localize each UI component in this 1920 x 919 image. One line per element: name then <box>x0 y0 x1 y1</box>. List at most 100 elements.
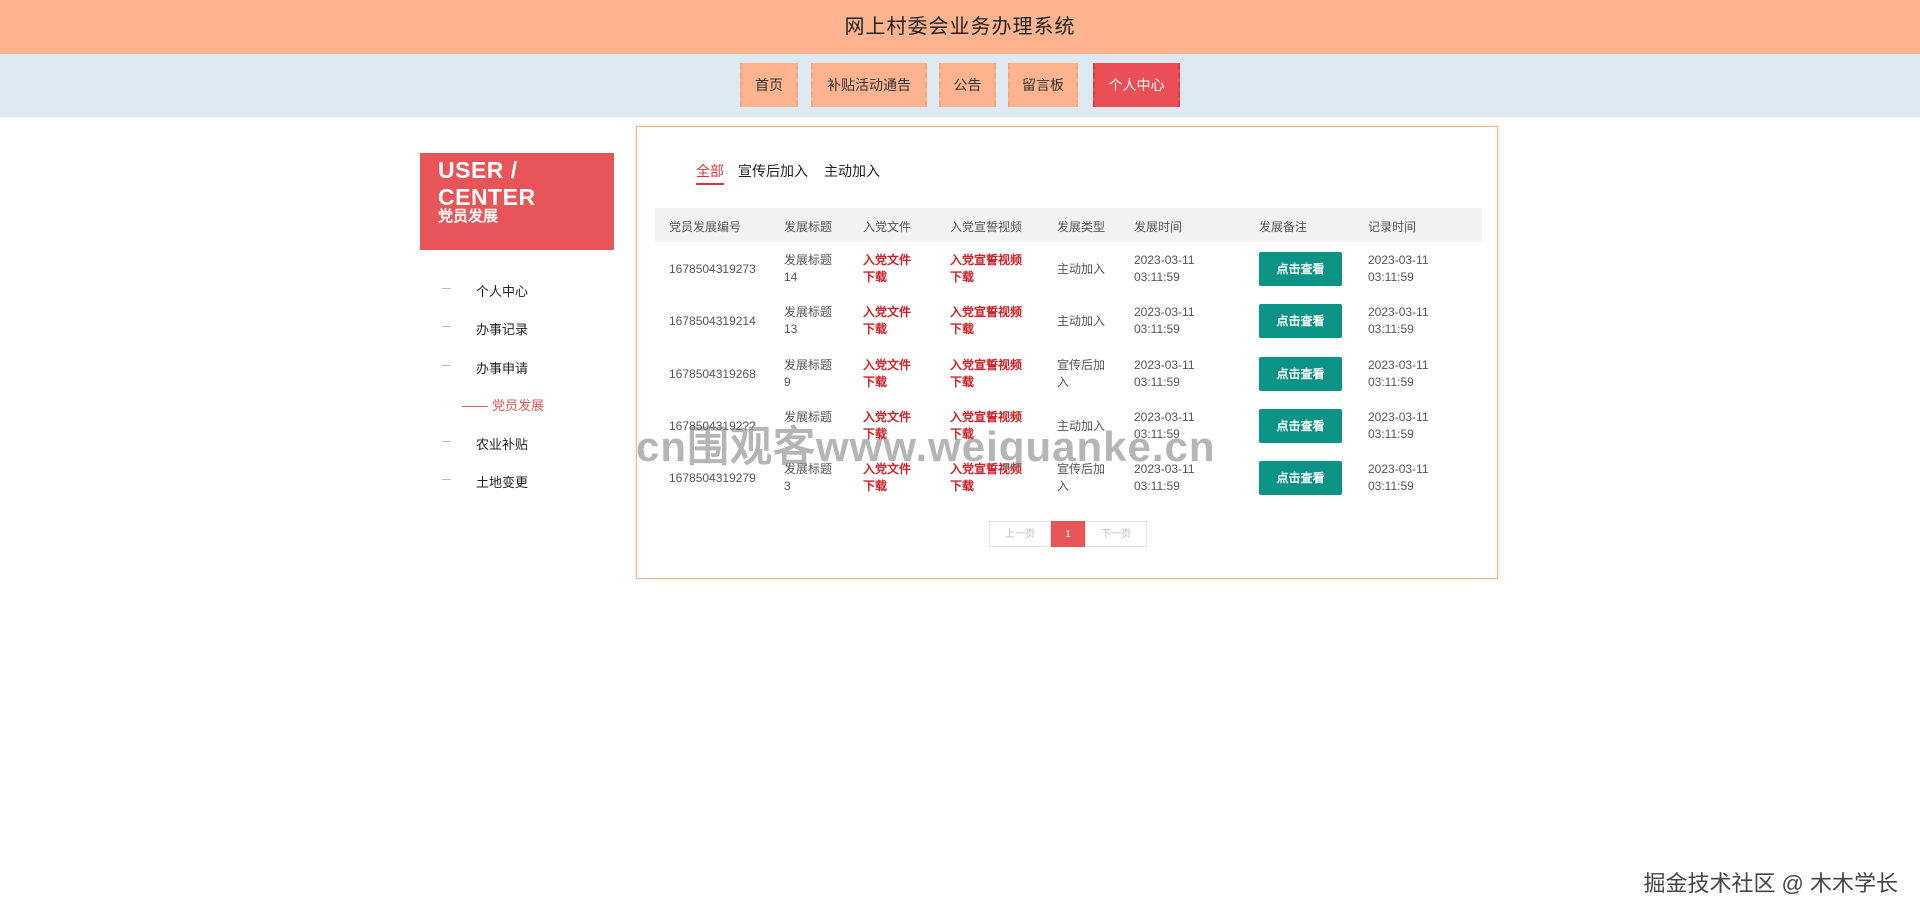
cell-line: 入党文件 <box>863 358 912 372</box>
page-button[interactable]: 1 <box>1051 521 1085 547</box>
view-details-button[interactable]: 点击查看 <box>1259 461 1342 495</box>
dev-time-cell: 2023-03-11 03:11:59 <box>1134 357 1195 391</box>
cell-line: 下载 <box>863 375 888 389</box>
dash-icon <box>442 365 451 366</box>
cell-line: 03:11:59 <box>1134 479 1180 493</box>
sidebar-item-land-change[interactable]: 土地变更 <box>420 470 614 490</box>
view-details-button[interactable]: 点击查看 <box>1259 252 1342 286</box>
main-nav: 首页 补贴活动通告 公告 留言板 个人中心 <box>0 54 1920 117</box>
record-time-cell: 2023-03-11 03:11:59 <box>1368 357 1429 391</box>
dev-type-cell: 主动加入 <box>1057 261 1105 278</box>
filter-active-join[interactable]: 主动加入 <box>824 161 880 181</box>
filter-all[interactable]: 全部 <box>696 161 724 185</box>
cell-line: 3 <box>784 479 791 493</box>
sidebar-item-records[interactable]: 办事记录 <box>420 317 614 337</box>
table-header: 党员发展编号 发展标题 入党文件 入党宣誓视频 发展类型 发展时间 发展备注 记… <box>655 208 1482 242</box>
dash-icon <box>442 326 451 327</box>
content-panel: 全部 宣传后加入 主动加入 党员发展编号 发展标题 入党文件 入党宣誓视频 发展… <box>636 126 1498 579</box>
column-header: 发展标题 <box>784 220 833 234</box>
cell-line: 2023-03-11 <box>1134 305 1195 319</box>
cell-line: 9 <box>784 375 791 389</box>
nav-message-board[interactable]: 留言板 <box>1008 63 1078 107</box>
sidebar-item-label: 个人中心 <box>476 284 529 299</box>
cell-line: 2023-03-11 <box>1134 358 1195 372</box>
cell-line: 入党宣誓视频 <box>950 253 1023 267</box>
view-details-button[interactable]: 点击查看 <box>1259 357 1342 391</box>
sidebar-item-label: 土地变更 <box>476 475 529 490</box>
cell-line: 2023-03-11 <box>1368 410 1429 424</box>
cell-line: 03:11:59 <box>1134 375 1180 389</box>
dev-id-cell: 1678504319214 <box>669 314 756 328</box>
record-time-cell: 2023-03-11 03:11:59 <box>1368 409 1429 443</box>
cell-line: 入党宣誓视频 <box>950 358 1023 372</box>
cell-line: 下载 <box>950 270 975 284</box>
record-time-cell: 2023-03-11 03:11:59 <box>1368 252 1429 286</box>
column-header: 发展时间 <box>1134 220 1183 234</box>
user-center-title: USER / CENTER <box>438 157 536 210</box>
dev-time-cell: 2023-03-11 03:11:59 <box>1134 252 1195 286</box>
dev-time-cell: 2023-03-11 03:11:59 <box>1134 304 1195 338</box>
sidebar-item-label: 办事申请 <box>476 361 529 376</box>
sidebar-item-label: 农业补贴 <box>476 437 529 452</box>
cell-line: 下载 <box>863 270 888 284</box>
site-title: 网上村委会业务办理系统 <box>844 16 1076 38</box>
dash-icon <box>462 406 488 408</box>
cell-line: 发展标题 <box>784 253 833 267</box>
cell-line: 下载 <box>950 375 975 389</box>
cell-line: 下载 <box>863 322 888 336</box>
user-center-card: USER / CENTER 党员发展 <box>420 153 614 250</box>
cell-line: 03:11:59 <box>1368 479 1414 493</box>
sidebar-subitem-party-development[interactable]: 党员发展 <box>462 395 544 414</box>
record-time-cell: 2023-03-11 03:11:59 <box>1368 461 1429 495</box>
cell-line: 13 <box>784 322 798 336</box>
oath-video-download-link[interactable]: 入党宣誓视频 下载 <box>950 357 1022 391</box>
nav-announcements[interactable]: 公告 <box>939 63 996 107</box>
cell-line: 主动加入 <box>1057 262 1106 276</box>
dev-id-cell: 1678504319268 <box>669 367 756 381</box>
party-file-download-link[interactable]: 入党文件 下载 <box>863 357 911 391</box>
cell-line: 入党文件 <box>863 305 912 319</box>
sidebar-item-agri-subsidy[interactable]: 农业补贴 <box>420 432 614 452</box>
cell-line: 下载 <box>863 479 888 493</box>
table-row: 1678504319214 发展标题 13 入党文件 下载 入党宣誓视频 下载 主动加入 202… <box>655 296 1482 348</box>
party-file-download-link[interactable]: 入党文件 下载 <box>863 252 911 286</box>
oath-video-download-link[interactable]: 入党宣誓视频 下载 <box>950 304 1022 338</box>
prev-page-button[interactable]: 上一页 <box>989 521 1051 547</box>
view-details-button[interactable]: 点击查看 <box>1259 409 1342 443</box>
cell-line: 03:11:59 <box>1368 427 1414 441</box>
dev-type-cell: 宣传后加入 <box>1057 357 1105 391</box>
nav-user-center[interactable]: 个人中心 <box>1093 63 1180 107</box>
cell-line: 入党宣誓视频 <box>950 305 1023 319</box>
site-header: 网上村委会业务办理系统 <box>0 0 1920 54</box>
cell-line: 2023-03-11 <box>1368 305 1429 319</box>
party-file-download-link[interactable]: 入党文件 下载 <box>863 304 911 338</box>
nav-home[interactable]: 首页 <box>740 63 798 107</box>
view-details-button[interactable]: 点击查看 <box>1259 304 1342 338</box>
sidebar-item-label: 党员发展 <box>492 398 545 413</box>
filter-after-promotion[interactable]: 宣传后加入 <box>738 161 808 181</box>
dash-icon <box>442 441 451 442</box>
cell-line: 03:11:59 <box>1134 322 1180 336</box>
column-header: 入党文件 <box>863 220 912 234</box>
cell-line: 发展标题 <box>784 305 833 319</box>
nav-subsidy-notices[interactable]: 补贴活动通告 <box>811 63 927 107</box>
table-row: 1678504319268 发展标题 9 入党文件 下载 入党宣誓视频 下载 宣传后加入 202… <box>655 349 1482 401</box>
cell-line: 2023-03-11 <box>1368 358 1429 372</box>
dash-icon <box>442 288 451 289</box>
cell-line: 03:11:59 <box>1134 270 1180 284</box>
next-page-button[interactable]: 下一页 <box>1085 521 1147 547</box>
pagination: 上一页 1 下一页 <box>989 521 1147 547</box>
dev-id-cell: 1678504319273 <box>669 262 756 276</box>
cell-line: 入党文件 <box>863 253 912 267</box>
dev-title-cell: 发展标题 14 <box>784 252 832 286</box>
user-center-subtitle: 党员发展 <box>438 208 499 225</box>
cell-line: 03:11:59 <box>1368 375 1414 389</box>
cell-line: 下载 <box>950 479 975 493</box>
sidebar-item-profile[interactable]: 个人中心 <box>420 279 614 299</box>
sidebar-item-apply[interactable]: 办事申请 <box>420 356 614 376</box>
column-header: 发展备注 <box>1259 220 1308 234</box>
footer-watermark: 掘金技术社区 @ 木木学长 <box>1643 871 1898 896</box>
cell-line: 2023-03-11 <box>1134 253 1195 267</box>
cell-line: 下载 <box>950 322 975 336</box>
oath-video-download-link[interactable]: 入党宣誓视频 下载 <box>950 252 1022 286</box>
